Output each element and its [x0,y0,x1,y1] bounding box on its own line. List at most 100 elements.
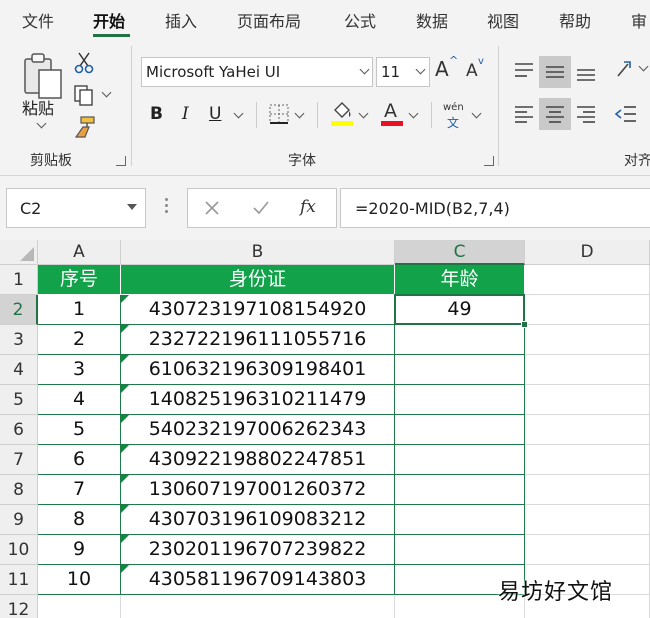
row-header-2[interactable]: 2 [0,295,38,325]
cell-a10[interactable]: 9 [38,535,121,565]
row-header-3[interactable]: 3 [0,325,38,355]
cell-d7[interactable] [525,445,650,475]
fill-color-dropdown-icon[interactable] [358,108,369,119]
italic-button[interactable]: I [182,104,189,124]
cell-a7[interactable]: 6 [38,445,121,475]
decrease-indent-button[interactable] [614,102,638,126]
cell-b8[interactable]: 130607197001260372 [121,475,395,505]
row-header-1[interactable]: 1 [0,265,38,295]
copy-button[interactable] [73,84,97,106]
row-header-8[interactable]: 8 [0,475,38,505]
menu-home[interactable]: 开始 [93,8,125,32]
menu-review[interactable]: 审 [631,8,647,32]
row-header-12[interactable]: 12 [0,595,38,618]
cell-d1[interactable] [525,265,650,295]
menu-formulas[interactable]: 公式 [344,8,376,32]
cell-a4[interactable]: 3 [38,355,121,385]
cell-a1[interactable]: 序号 [38,265,121,295]
paste-dropdown-icon[interactable] [36,118,47,129]
menu-file[interactable]: 文件 [22,8,54,32]
cell-b3[interactable]: 232722196111055716 [121,325,395,355]
fill-handle[interactable] [521,321,528,328]
cell-b6[interactable]: 540232197006262343 [121,415,395,445]
cut-button[interactable] [74,52,94,74]
menu-help[interactable]: 帮助 [559,8,591,32]
menu-insert[interactable]: 插入 [165,8,197,32]
select-all-button[interactable] [0,240,38,265]
cell-b4[interactable]: 610632196309198401 [121,355,395,385]
align-center-button[interactable] [543,102,567,126]
cell-c9[interactable] [395,505,525,535]
row-header-5[interactable]: 5 [0,385,38,415]
align-top-button[interactable] [512,60,536,84]
align-bottom-button[interactable] [574,60,598,84]
menu-view[interactable]: 视图 [487,8,519,32]
underline-button[interactable]: U [209,104,221,124]
cell-a5[interactable]: 4 [38,385,121,415]
cell-b9[interactable]: 430703196109083212 [121,505,395,535]
cell-b12[interactable] [121,595,395,618]
cell-d9[interactable] [525,505,650,535]
align-right-button[interactable] [574,102,598,126]
cell-d5[interactable] [525,385,650,415]
cell-c1[interactable]: 年龄 [395,265,525,295]
cell-d4[interactable] [525,355,650,385]
copy-dropdown-icon[interactable] [101,87,112,98]
cell-b5[interactable]: 140825196310211479 [121,385,395,415]
font-name-select[interactable]: Microsoft YaHei UI [141,57,373,87]
column-header-c[interactable]: C [395,240,525,265]
align-middle-button[interactable] [543,60,567,84]
column-header-b[interactable]: B [121,240,395,265]
cell-b11[interactable]: 430581196709143803 [121,565,395,595]
drag-handle-icon[interactable] [165,198,168,201]
name-box[interactable]: C2 [6,188,146,228]
cell-d2[interactable] [525,295,650,325]
cell-d8[interactable] [525,475,650,505]
cell-c10[interactable] [395,535,525,565]
cell-d3[interactable] [525,325,650,355]
font-color-dropdown-icon[interactable] [408,108,419,119]
phonetic-dropdown-icon[interactable] [471,108,482,119]
format-painter-button[interactable] [73,116,97,138]
close-icon[interactable] [204,200,220,216]
cell-b2[interactable]: 430723197108154920 [121,295,395,325]
check-icon[interactable] [252,200,270,216]
font-launcher-icon[interactable] [484,156,494,166]
font-size-select[interactable]: 11 [376,57,430,87]
borders-dropdown-icon[interactable] [294,108,305,119]
column-header-a[interactable]: A [38,240,121,265]
clipboard-launcher-icon[interactable] [116,156,126,166]
menu-data[interactable]: 数据 [416,8,448,32]
fill-color-button[interactable] [330,100,354,128]
decrease-font-button[interactable]: A [466,61,478,81]
cell-a9[interactable]: 8 [38,505,121,535]
cell-c2[interactable]: 49 [395,295,525,325]
row-header-11[interactable]: 11 [0,565,38,595]
orientation-dropdown-icon[interactable] [638,61,649,72]
cell-a6[interactable]: 5 [38,415,121,445]
cell-a2[interactable]: 1 [38,295,121,325]
cell-b10[interactable]: 230201196707239822 [121,535,395,565]
column-header-d[interactable]: D [525,240,650,265]
cell-a11[interactable]: 10 [38,565,121,595]
row-header-10[interactable]: 10 [0,535,38,565]
phonetic-guide-button[interactable]: 文 [447,114,459,131]
borders-button[interactable] [268,103,290,125]
font-color-button[interactable]: A [380,100,404,128]
cell-b1[interactable]: 身份证 [121,265,395,295]
align-left-button[interactable] [512,102,536,126]
cell-d10[interactable] [525,535,650,565]
cell-c6[interactable] [395,415,525,445]
cell-c8[interactable] [395,475,525,505]
cell-c4[interactable] [395,355,525,385]
row-header-6[interactable]: 6 [0,415,38,445]
cell-c7[interactable] [395,445,525,475]
underline-dropdown-icon[interactable] [233,108,244,119]
row-header-7[interactable]: 7 [0,445,38,475]
cell-a8[interactable]: 7 [38,475,121,505]
cell-b7[interactable]: 430922198802247851 [121,445,395,475]
bold-button[interactable]: B [150,104,163,124]
orientation-button[interactable] [614,58,638,82]
menu-page-layout[interactable]: 页面布局 [237,8,301,32]
insert-function-button[interactable]: fx [300,197,316,217]
